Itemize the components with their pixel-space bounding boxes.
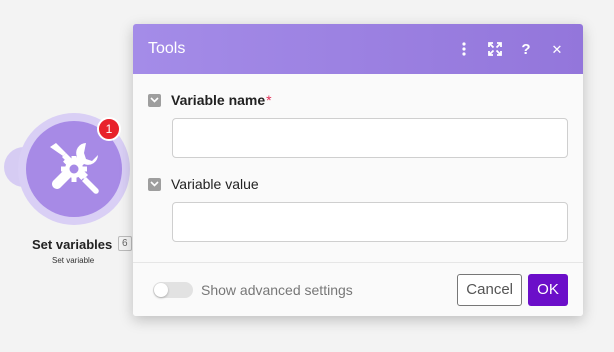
field-variable-name: Variable name * [148,92,568,158]
advanced-settings-toggle[interactable] [153,281,193,298]
more-vertical-icon [462,42,466,56]
expand-button[interactable] [484,38,506,60]
dialog-header: Tools ? ✕ [133,24,583,74]
advanced-settings-label[interactable]: Show advanced settings [201,282,457,298]
module-badge: 1 [97,117,121,141]
field-map-toggle[interactable] [148,177,161,191]
close-icon: ✕ [551,41,563,57]
scenario-canvas: 1 Set variables 6 Set variable Tools ? ✕… [0,0,614,352]
module-settings-dialog: Tools ? ✕ Variable name * Variable value… [133,24,583,316]
dialog-title: Tools [148,40,186,57]
module-subtitle: Set variable [52,256,95,265]
chevron-down-icon [150,181,159,187]
chevron-down-icon [150,97,159,103]
expand-icon [488,42,502,56]
tools-icon [50,143,99,194]
ok-button[interactable]: OK [528,273,568,306]
field-label: Variable name [171,92,266,108]
module-title: Set variables [32,237,113,252]
module-id-badge: 6 [118,236,132,251]
dialog-body: Variable name * Variable value [133,92,583,242]
field-label-row: Variable value [148,176,568,192]
dialog-footer: Show advanced settings Cancel OK [133,262,583,316]
variable-value-input[interactable] [172,202,568,242]
help-icon: ? [521,40,531,58]
cancel-button[interactable]: Cancel [457,273,522,306]
field-label-row: Variable name * [148,92,568,108]
toggle-knob [154,282,168,297]
field-map-toggle[interactable] [148,93,161,107]
close-button[interactable]: ✕ [546,38,568,60]
more-options-button[interactable] [453,38,475,60]
field-variable-value: Variable value [148,176,568,242]
field-label: Variable value [171,176,259,192]
variable-name-input[interactable] [172,118,568,158]
required-marker: * [266,92,272,108]
help-button[interactable]: ? [515,38,537,60]
